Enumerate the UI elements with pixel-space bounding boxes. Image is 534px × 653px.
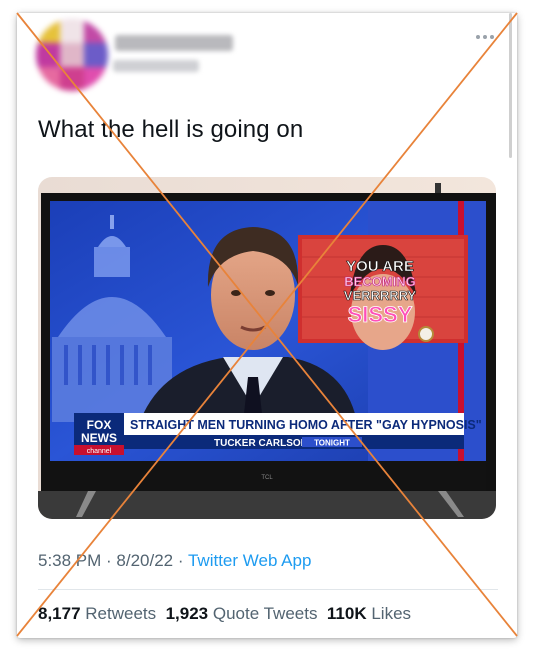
tweet-time[interactable]: 5:38 PM: [38, 551, 101, 570]
separator: ·: [173, 551, 188, 570]
inset-graphic: YOU ARE BECOMING VERRRRRY SISSY: [298, 235, 468, 350]
divider: [38, 589, 498, 590]
retweets-stat[interactable]: 8,177 Retweets: [38, 604, 156, 623]
svg-text:NEWS: NEWS: [81, 431, 117, 445]
tweet-media-image[interactable]: YOU ARE BECOMING VERRRRRY SISSY FOX NEWS…: [38, 177, 496, 519]
chyron-tonight-tag: TONIGHT: [314, 439, 350, 448]
inset-line-1: YOU ARE: [346, 258, 414, 275]
pocket-watch-icon: [418, 326, 434, 342]
chyron-host: TUCKER CARLSON: [214, 438, 308, 449]
username-redacted[interactable]: [113, 60, 199, 72]
tweet-source-app[interactable]: Twitter Web App: [188, 551, 311, 570]
tweet-card: What the hell is going on YOU ARE BECOMI…: [17, 13, 517, 638]
display-name-redacted[interactable]: [115, 35, 233, 51]
fox-news-logo: FOX NEWS channel: [74, 413, 124, 455]
svg-text:FOX: FOX: [87, 418, 112, 432]
quote-tweets-count: 1,923: [165, 604, 209, 623]
inset-line-3: VERRRRRY: [344, 288, 417, 303]
chyron-headline: STRAIGHT MEN TURNING HOMO AFTER "GAY HYP…: [130, 418, 482, 432]
more-options-icon[interactable]: [476, 35, 496, 43]
quote-tweets-stat[interactable]: 1,923 Quote Tweets: [166, 604, 318, 623]
news-chyron: STRAIGHT MEN TURNING HOMO AFTER "GAY HYP…: [124, 413, 482, 449]
tweet-date[interactable]: 8/20/22: [116, 551, 173, 570]
likes-count: 110K: [326, 604, 367, 623]
engagement-stats: 8,177 Retweets 1,923 Quote Tweets 110K L…: [38, 604, 411, 624]
avatar[interactable]: [36, 19, 108, 91]
retweets-count: 8,177: [38, 604, 81, 623]
inset-line-4: SISSY: [348, 302, 413, 327]
tv-brand-label: TCL: [261, 475, 273, 481]
scrollbar[interactable]: [509, 13, 512, 158]
svg-text:channel: channel: [87, 448, 112, 455]
separator: ·: [101, 551, 117, 570]
likes-stat[interactable]: 110K Likes: [327, 604, 411, 623]
retweets-label: Retweets: [80, 604, 157, 623]
quote-tweets-label: Quote Tweets: [208, 604, 318, 623]
tweet-text: What the hell is going on: [38, 116, 304, 143]
likes-label: Likes: [366, 604, 412, 623]
inset-line-2: BECOMING: [344, 274, 416, 289]
tweet-metadata: 5:38 PM · 8/20/22 · Twitter Web App: [38, 551, 311, 571]
